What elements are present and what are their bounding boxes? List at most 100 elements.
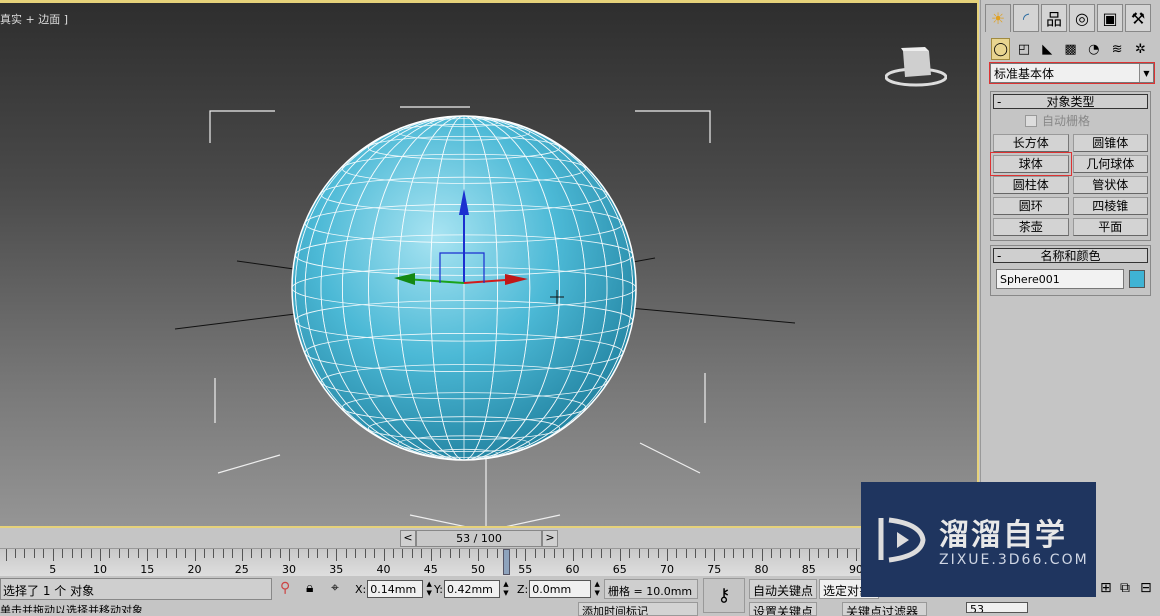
cylinder-button[interactable]: 圆柱体 xyxy=(993,176,1069,194)
tick xyxy=(808,549,810,561)
tick xyxy=(24,549,26,558)
name-color-header[interactable]: - 名称和颜色 xyxy=(993,248,1148,263)
tick xyxy=(232,549,234,558)
y-input[interactable]: 0.42mm xyxy=(443,580,500,598)
cameras-icon[interactable]: ▩ xyxy=(1061,38,1080,60)
tick xyxy=(780,549,782,558)
y-spinner[interactable]: ▲ ▼ xyxy=(502,580,510,598)
z-input[interactable]: 0.0mm xyxy=(529,580,592,598)
pyramid-button[interactable]: 四棱锥 xyxy=(1072,197,1148,215)
tick-label: 85 xyxy=(801,563,816,576)
lock-icon[interactable]: 🔒︎ xyxy=(306,580,313,596)
tick xyxy=(52,549,54,561)
tick xyxy=(421,549,423,558)
lights-icon[interactable]: ◣ xyxy=(1038,38,1057,60)
tick xyxy=(336,549,338,561)
tick xyxy=(752,549,754,558)
object-type-header[interactable]: - 对象类型 xyxy=(993,94,1148,109)
cone-button[interactable]: 圆锥体 xyxy=(1072,134,1148,152)
add-time-tag-button[interactable]: 添加时间标记 xyxy=(578,602,698,616)
display-tab-icon[interactable]: ▣ xyxy=(1097,4,1123,32)
zoom-extents-icon[interactable]: ⊞ xyxy=(1100,580,1112,596)
tick xyxy=(5,549,7,561)
tick xyxy=(185,549,187,558)
prev-frame-button[interactable]: < xyxy=(400,530,416,547)
tube-button[interactable]: 管状体 xyxy=(1072,176,1148,194)
perspective-viewport[interactable]: 真实 + 边面 ] xyxy=(0,0,979,528)
tick xyxy=(251,549,253,558)
object-name-input[interactable]: Sphere001 xyxy=(996,269,1124,289)
z-spinner[interactable]: ▲ ▼ xyxy=(593,580,601,598)
tick xyxy=(525,549,527,561)
tick xyxy=(317,549,319,558)
tick-label: 25 xyxy=(234,563,249,576)
zoom-extents-selected-icon[interactable]: ⧉ xyxy=(1120,580,1130,596)
rollout-title: 名称和颜色 xyxy=(1040,249,1101,263)
watermark-title: 溜溜自学 xyxy=(939,518,1067,553)
track-bar[interactable]: 5 10 15 20 25 30 35 40 45 50 55 60 65 70 75 80 85 90 xyxy=(0,548,867,576)
tick xyxy=(411,549,413,558)
time-slider[interactable]: < 53 / 100 > xyxy=(400,530,558,547)
current-frame-input[interactable]: 53 xyxy=(966,602,1028,613)
tick-label: 75 xyxy=(707,563,722,576)
tick-label: 40 xyxy=(376,563,391,576)
isolate-pin-icon[interactable]: ⚲ xyxy=(280,580,290,596)
tick xyxy=(723,549,725,558)
time-slider-thumb[interactable]: 53 / 100 xyxy=(416,530,542,547)
object-type-rollout: - 对象类型 自动栅格 长方体 圆锥体 球体 几何球体 圆柱体 管状体 圆环 四棱… xyxy=(990,91,1151,241)
tick xyxy=(657,549,659,558)
next-frame-button[interactable]: > xyxy=(542,530,558,547)
plane-button[interactable]: 平面 xyxy=(1072,218,1148,236)
create-tab-sun-icon[interactable]: ☀ xyxy=(985,4,1011,32)
x-input[interactable]: 0.14mm xyxy=(367,580,424,598)
tick xyxy=(137,549,139,558)
object-color-swatch[interactable] xyxy=(1129,270,1145,288)
space-warps-icon[interactable]: ≋ xyxy=(1107,38,1126,60)
tick xyxy=(289,549,290,561)
tick xyxy=(71,549,73,558)
tick xyxy=(128,549,130,558)
tick xyxy=(175,549,177,558)
set-key-key-icon[interactable]: ⚷ xyxy=(703,578,745,613)
tick xyxy=(109,549,111,558)
sphere-button[interactable]: 球体 xyxy=(990,152,1072,176)
set-key-button[interactable]: 设置关键点 xyxy=(749,602,818,616)
transform-mode-icon[interactable]: ⌖ xyxy=(331,580,339,596)
viewcube[interactable] xyxy=(885,45,947,87)
key-filters-button[interactable]: 关键点过滤器 xyxy=(842,602,927,616)
tick xyxy=(789,549,791,558)
watermark-logo: 溜溜自学 ZIXUE.3D66.COM xyxy=(861,482,1096,597)
box-button[interactable]: 长方体 xyxy=(993,134,1069,152)
systems-gear-icon[interactable]: ✲ xyxy=(1131,38,1150,60)
hierarchy-tab-icon[interactable]: 品 xyxy=(1041,4,1067,32)
x-spinner[interactable]: ▲ ▼ xyxy=(425,580,433,598)
tick xyxy=(383,549,385,561)
geometry-sphere-icon[interactable]: ◯ xyxy=(991,38,1011,60)
helpers-icon[interactable]: ◔ xyxy=(1084,38,1103,60)
tick xyxy=(90,549,92,558)
tick xyxy=(676,549,678,558)
shapes-icon[interactable]: ◰ xyxy=(1014,38,1033,60)
tick xyxy=(846,549,848,558)
maximize-viewport-icon[interactable]: ⊟ xyxy=(1140,580,1152,596)
teapot-button[interactable]: 茶壶 xyxy=(993,218,1069,236)
tick xyxy=(638,549,640,558)
auto-key-button[interactable]: 自动关键点 xyxy=(749,579,818,599)
tick-label: 60 xyxy=(565,563,580,576)
utilities-tab-hammer-icon[interactable]: ⚒ xyxy=(1125,4,1151,32)
tick xyxy=(14,549,16,558)
geosphere-button[interactable]: 几何球体 xyxy=(1072,155,1148,173)
tick xyxy=(534,549,536,558)
motion-tab-icon[interactable]: ◎ xyxy=(1069,4,1095,32)
current-frame-marker[interactable] xyxy=(503,549,511,575)
tick-label: 50 xyxy=(471,563,485,576)
tick xyxy=(619,549,621,561)
tick xyxy=(761,549,763,561)
category-dropdown[interactable]: 标准基本体 ▼ xyxy=(989,62,1155,84)
tick xyxy=(440,549,442,558)
autogrid-checkbox[interactable]: 自动栅格 xyxy=(993,109,1148,132)
tick xyxy=(100,549,101,561)
modify-tab-icon[interactable]: ◜ xyxy=(1013,4,1039,32)
chevron-down-icon[interactable]: ▼ xyxy=(1139,64,1153,82)
torus-button[interactable]: 圆环 xyxy=(993,197,1069,215)
